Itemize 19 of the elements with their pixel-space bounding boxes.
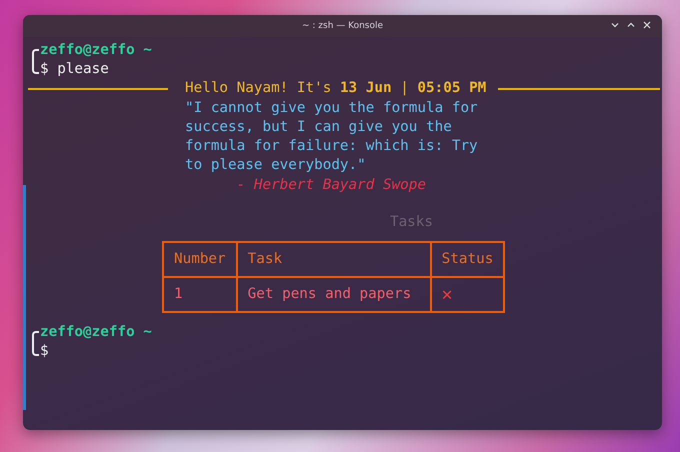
prompt-symbol: $	[40, 60, 49, 79]
close-icon[interactable]	[642, 20, 652, 30]
column-header: Task	[236, 242, 431, 277]
window-title: ~ : zsh — Konsole	[302, 21, 384, 31]
greeting-text: Hello Nayam! It's 13 Jun | 05:05 PM	[185, 79, 486, 98]
prompt-corner-icon	[32, 331, 39, 356]
column-header: Number	[163, 242, 237, 277]
prompt-corner-icon	[32, 49, 39, 74]
table-cell: Get pens and papers	[236, 277, 431, 312]
command-text: please	[57, 60, 109, 79]
table-cell: 1	[163, 277, 237, 312]
minimize-icon[interactable]	[610, 20, 620, 30]
prompt-user: zeffo@zeffo ~	[40, 323, 152, 342]
column-header: Status	[430, 242, 504, 277]
quote-author: - Herbert Bayard Swope	[236, 176, 426, 195]
quote-text: "I cannot give you the formula for success, but I can give you the formula for failure: which is: Try to please everybody."	[185, 99, 479, 175]
prompt-user: zeffo@zeffo ~	[40, 41, 152, 60]
prompt-symbol: $	[40, 342, 49, 361]
table-cell: ✕	[430, 277, 504, 312]
